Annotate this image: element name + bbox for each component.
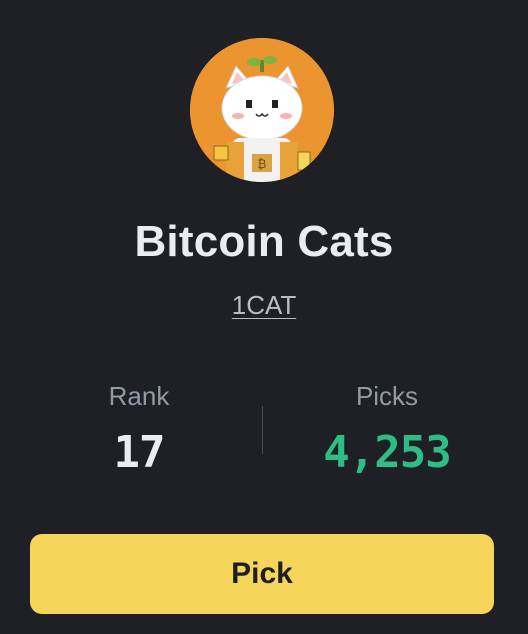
token-name: Bitcoin Cats xyxy=(134,217,394,266)
rank-stat: Rank 17 xyxy=(7,378,271,478)
picks-stat: Picks 4,253 xyxy=(255,378,519,478)
rank-value: 17 xyxy=(113,427,166,478)
token-ticker-link-wrap: 1CAT xyxy=(0,288,528,322)
pixel-cat-avatar-icon: ₿ xyxy=(190,38,334,182)
picks-label: Picks xyxy=(355,381,419,411)
token-card: ₿ Bitcoin Cats 1CAT Rank 17 Picks 4,253 … xyxy=(0,0,528,634)
pick-button[interactable]: Pick xyxy=(30,534,494,614)
picks-value: 4,253 xyxy=(323,427,451,478)
svg-text:₿: ₿ xyxy=(258,157,267,171)
rank-label: Rank xyxy=(108,381,170,411)
token-ticker-link[interactable]: 1CAT xyxy=(232,290,297,320)
